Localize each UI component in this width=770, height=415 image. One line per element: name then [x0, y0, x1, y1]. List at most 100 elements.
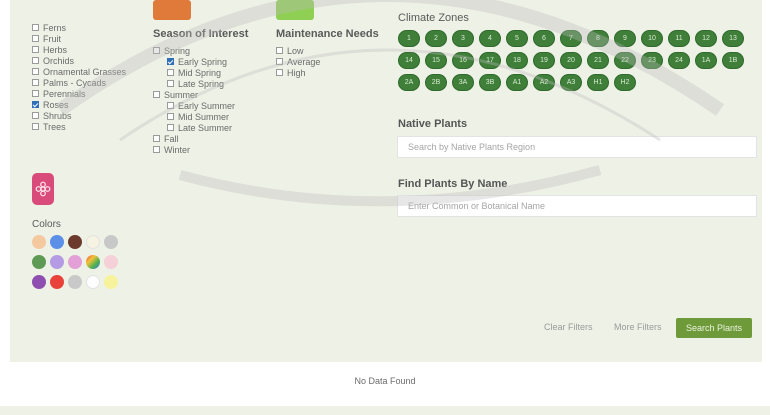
category-checkbox[interactable] [32, 46, 39, 53]
season-summer[interactable]: Summer [153, 89, 198, 100]
color-swatch[interactable] [50, 275, 64, 289]
plant-name-search-input[interactable] [397, 195, 757, 217]
season-checkbox[interactable] [167, 80, 174, 87]
climate-zone-12[interactable]: 12 [695, 30, 717, 47]
maintenance-checkbox[interactable] [276, 69, 283, 76]
search-plants-button[interactable]: Search Plants [676, 318, 752, 338]
season-fall[interactable]: Fall [153, 133, 179, 144]
category-ferns[interactable]: Ferns [32, 22, 66, 33]
color-swatch[interactable] [50, 235, 64, 249]
category-checkbox[interactable] [32, 68, 39, 75]
maintenance-high[interactable]: High [276, 67, 306, 78]
maintenance-average[interactable]: Average [276, 56, 320, 67]
climate-zone-14[interactable]: 14 [398, 52, 420, 69]
category-checkbox[interactable] [32, 24, 39, 31]
category-tile-green[interactable] [276, 0, 314, 20]
color-swatch[interactable] [32, 235, 46, 249]
season-checkbox[interactable] [153, 91, 160, 98]
season-checkbox[interactable] [167, 113, 174, 120]
climate-zone-3a[interactable]: 3A [452, 74, 474, 91]
climate-zone-13[interactable]: 13 [722, 30, 744, 47]
climate-zone-3b[interactable]: 3B [479, 74, 501, 91]
season-checkbox[interactable] [167, 58, 174, 65]
climate-zone-5[interactable]: 5 [506, 30, 528, 47]
climate-zone-19[interactable]: 19 [533, 52, 555, 69]
climate-zone-a3[interactable]: A3 [560, 74, 582, 91]
category-fruit[interactable]: Fruit [32, 33, 61, 44]
season-mid-summer[interactable]: Mid Summer [167, 111, 229, 122]
climate-zone-2b[interactable]: 2B [425, 74, 447, 91]
climate-zone-22[interactable]: 22 [614, 52, 636, 69]
climate-zone-24[interactable]: 24 [668, 52, 690, 69]
climate-zone-15[interactable]: 15 [425, 52, 447, 69]
category-checkbox[interactable] [32, 101, 39, 108]
climate-zone-11[interactable]: 11 [668, 30, 690, 47]
season-late-spring[interactable]: Late Spring [167, 78, 224, 89]
color-swatch[interactable] [32, 275, 46, 289]
climate-zone-21[interactable]: 21 [587, 52, 609, 69]
climate-zone-7[interactable]: 7 [560, 30, 582, 47]
color-swatch[interactable] [104, 235, 118, 249]
category-orchids[interactable]: Orchids [32, 55, 74, 66]
category-checkbox[interactable] [32, 90, 39, 97]
color-swatch[interactable] [86, 255, 100, 269]
climate-zone-8[interactable]: 8 [587, 30, 609, 47]
category-tile-orange[interactable] [153, 0, 191, 20]
maintenance-checkbox[interactable] [276, 47, 283, 54]
category-perennials[interactable]: Perennials [32, 88, 86, 99]
maintenance-checkbox[interactable] [276, 58, 283, 65]
more-filters-button[interactable]: More Filters [614, 322, 662, 332]
season-winter[interactable]: Winter [153, 144, 190, 155]
season-checkbox[interactable] [153, 135, 160, 142]
climate-zone-16[interactable]: 16 [452, 52, 474, 69]
category-herbs[interactable]: Herbs [32, 44, 67, 55]
climate-zone-1[interactable]: 1 [398, 30, 420, 47]
season-late-summer[interactable]: Late Summer [167, 122, 232, 133]
color-swatch[interactable] [86, 275, 100, 289]
season-spring[interactable]: Spring [153, 45, 190, 56]
category-checkbox[interactable] [32, 57, 39, 64]
native-plants-search-input[interactable] [397, 136, 757, 158]
category-checkbox[interactable] [32, 35, 39, 42]
climate-zone-9[interactable]: 9 [614, 30, 636, 47]
category-checkbox[interactable] [32, 123, 39, 130]
color-swatch[interactable] [32, 255, 46, 269]
color-swatch[interactable] [68, 255, 82, 269]
season-checkbox[interactable] [167, 69, 174, 76]
climate-zone-17[interactable]: 17 [479, 52, 501, 69]
climate-zone-23[interactable]: 23 [641, 52, 663, 69]
season-checkbox[interactable] [153, 47, 160, 54]
season-checkbox[interactable] [167, 102, 174, 109]
season-checkbox[interactable] [153, 146, 160, 153]
season-early-summer[interactable]: Early Summer [167, 100, 235, 111]
climate-zone-h1[interactable]: H1 [587, 74, 609, 91]
climate-zone-a1[interactable]: A1 [506, 74, 528, 91]
climate-zone-10[interactable]: 10 [641, 30, 663, 47]
color-swatch[interactable] [86, 235, 100, 249]
category-palms-cycads[interactable]: Palms - Cycads [32, 77, 106, 88]
climate-zone-6[interactable]: 6 [533, 30, 555, 47]
season-early-spring[interactable]: Early Spring [167, 56, 227, 67]
climate-zone-2a[interactable]: 2A [398, 74, 420, 91]
category-shrubs[interactable]: Shrubs [32, 110, 72, 121]
climate-zone-20[interactable]: 20 [560, 52, 582, 69]
season-checkbox[interactable] [167, 124, 174, 131]
maintenance-low[interactable]: Low [276, 45, 304, 56]
color-swatch[interactable] [50, 255, 64, 269]
category-trees[interactable]: Trees [32, 121, 66, 132]
color-swatch[interactable] [68, 235, 82, 249]
climate-zone-4[interactable]: 4 [479, 30, 501, 47]
flower-category-tile[interactable] [32, 173, 54, 205]
climate-zone-1b[interactable]: 1B [722, 52, 744, 69]
category-checkbox[interactable] [32, 79, 39, 86]
category-roses[interactable]: Roses [32, 99, 69, 110]
climate-zone-3[interactable]: 3 [452, 30, 474, 47]
category-ornamental-grasses[interactable]: Ornamental Grasses [32, 66, 126, 77]
climate-zone-h2[interactable]: H2 [614, 74, 636, 91]
climate-zone-a2[interactable]: A2 [533, 74, 555, 91]
climate-zone-2[interactable]: 2 [425, 30, 447, 47]
season-mid-spring[interactable]: Mid Spring [167, 67, 221, 78]
clear-filters-button[interactable]: Clear Filters [544, 322, 593, 332]
color-swatch[interactable] [104, 275, 118, 289]
climate-zone-18[interactable]: 18 [506, 52, 528, 69]
